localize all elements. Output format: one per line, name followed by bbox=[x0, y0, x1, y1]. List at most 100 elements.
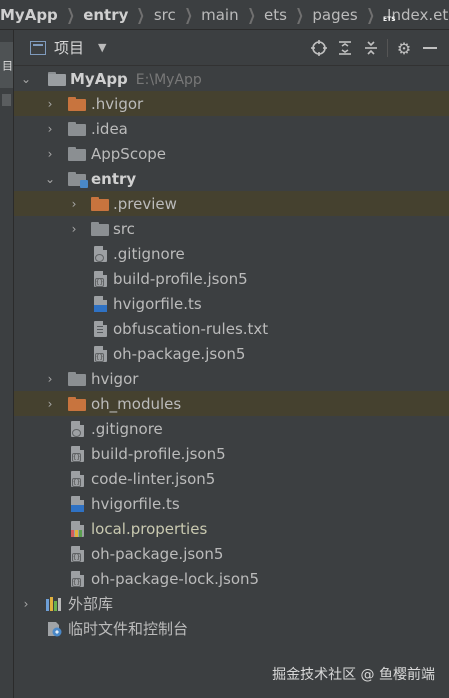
chevron-right-icon[interactable]: › bbox=[44, 372, 56, 386]
tree-node-label: .preview bbox=[113, 194, 177, 213]
tree-node-label: oh-package.json5 bbox=[91, 544, 224, 563]
panel-title[interactable]: 项目 bbox=[54, 37, 84, 58]
chevron-right-icon: ❯ bbox=[247, 5, 256, 24]
hide-panel-icon[interactable] bbox=[417, 35, 443, 61]
folder-icon bbox=[68, 121, 86, 136]
folder-icon bbox=[68, 146, 86, 161]
project-panel-header: 项目 ▼ ⚙ bbox=[14, 30, 449, 66]
chevron-right-icon[interactable]: › bbox=[44, 397, 56, 411]
chevron-down-icon[interactable]: ▼ bbox=[98, 41, 106, 54]
tree-node-src[interactable]: › src bbox=[14, 216, 449, 241]
breadcrumb-item-src[interactable]: src bbox=[154, 6, 176, 24]
tree-node-local-properties[interactable]: local.properties bbox=[14, 516, 449, 541]
tree-node-label: 临时文件和控制台 bbox=[68, 620, 189, 638]
tree-node-obfuscation-rules[interactable]: obfuscation-rules.txt bbox=[14, 316, 449, 341]
breadcrumb-item-index-ets[interactable]: Index.ets bbox=[387, 6, 449, 24]
tree-node-label: build-profile.json5 bbox=[91, 444, 226, 463]
expand-all-icon[interactable] bbox=[332, 35, 358, 61]
tree-node-label: oh_modules bbox=[91, 394, 182, 413]
library-icon bbox=[46, 596, 64, 611]
tree-node-hvigor-dot[interactable]: › .hvigor bbox=[14, 91, 449, 116]
tree-node-label: hvigorfile.ts bbox=[113, 294, 202, 313]
tree-node-label: obfuscation-rules.txt bbox=[113, 319, 269, 338]
tree-node-entry-build-profile[interactable]: {} build-profile.json5 bbox=[14, 266, 449, 291]
tree-node-entry-oh-package[interactable]: {} oh-package.json5 bbox=[14, 341, 449, 366]
tree-node-code-linter[interactable]: {} code-linter.json5 bbox=[14, 466, 449, 491]
watermark: 掘金技术社区 @ 鱼樱前端 bbox=[272, 667, 435, 683]
left-tool-strip: 目 bbox=[0, 30, 14, 698]
tree-node-entry[interactable]: ⌄ entry bbox=[14, 166, 449, 191]
tree-node-label: .hvigor bbox=[91, 94, 144, 113]
tree-node-gitignore[interactable]: .gitignore bbox=[14, 416, 449, 441]
json-file-icon: {} bbox=[71, 445, 84, 462]
tree-node-label: oh-package.json5 bbox=[113, 344, 246, 363]
tree-node-label: AppScope bbox=[91, 144, 166, 163]
locate-file-icon[interactable] bbox=[306, 35, 332, 61]
tree-node-scratches[interactable]: 临时文件和控制台 bbox=[14, 616, 449, 641]
chevron-down-icon[interactable]: ⌄ bbox=[20, 72, 32, 86]
project-folder-icon bbox=[48, 71, 66, 86]
chevron-down-icon[interactable]: ⌄ bbox=[44, 172, 56, 186]
tree-node-label: src bbox=[113, 219, 135, 238]
text-file-icon bbox=[94, 320, 107, 337]
tree-node-entry-hvigorfile[interactable]: hvigorfile.ts bbox=[14, 291, 449, 316]
typescript-file-icon bbox=[94, 295, 107, 312]
excluded-folder-icon bbox=[68, 396, 86, 411]
chevron-right-icon[interactable]: › bbox=[44, 122, 56, 136]
toolbar-divider bbox=[387, 39, 388, 57]
json-file-icon: {} bbox=[71, 470, 84, 487]
chevron-right-icon[interactable]: › bbox=[44, 147, 56, 161]
chevron-right-icon: ❯ bbox=[137, 5, 146, 24]
chevron-right-icon[interactable]: › bbox=[20, 597, 32, 611]
excluded-folder-icon bbox=[68, 96, 86, 111]
breadcrumb: MyApp ❯ entry ❯ src ❯ main ❯ ets ❯ pages… bbox=[0, 0, 449, 30]
breadcrumb-item-myapp[interactable]: MyApp bbox=[0, 6, 58, 24]
tree-node-idea[interactable]: › .idea bbox=[14, 116, 449, 141]
gear-icon[interactable]: ⚙ bbox=[391, 35, 417, 61]
breadcrumb-item-entry[interactable]: entry bbox=[83, 6, 128, 24]
chevron-right-icon[interactable]: › bbox=[44, 97, 56, 111]
json-file-icon: {} bbox=[71, 545, 84, 562]
tree-node-label: oh-package-lock.json5 bbox=[91, 569, 260, 588]
tree-node-label: hvigor bbox=[91, 369, 139, 388]
json-file-icon: {} bbox=[94, 345, 107, 362]
excluded-folder-icon bbox=[91, 196, 109, 211]
breadcrumb-item-main[interactable]: main bbox=[201, 6, 238, 24]
tree-node-oh-package-lock[interactable]: {} oh-package-lock.json5 bbox=[14, 566, 449, 591]
tree-node-entry-gitignore[interactable]: .gitignore bbox=[14, 241, 449, 266]
chevron-right-icon: ❯ bbox=[366, 5, 375, 24]
project-tree: ⌄ MyApp E:\MyApp › .hvigor › .idea › AppS… bbox=[14, 66, 449, 641]
gitignore-file-icon bbox=[71, 420, 84, 437]
tree-node-label: hvigorfile.ts bbox=[91, 494, 180, 513]
tree-node-preview[interactable]: › .preview bbox=[14, 191, 449, 216]
breadcrumb-item-ets[interactable]: ets bbox=[264, 6, 287, 24]
scratches-console-icon bbox=[46, 621, 62, 637]
chevron-right-icon: ❯ bbox=[66, 5, 75, 24]
chevron-right-icon[interactable]: › bbox=[68, 197, 80, 211]
tree-node-appscope[interactable]: › AppScope bbox=[14, 141, 449, 166]
tree-node-hvigor[interactable]: › hvigor bbox=[14, 366, 449, 391]
tree-node-build-profile[interactable]: {} build-profile.json5 bbox=[14, 441, 449, 466]
tree-node-label: .idea bbox=[91, 119, 128, 138]
tree-node-myapp[interactable]: ⌄ MyApp E:\MyApp bbox=[14, 66, 449, 91]
tree-node-label: .gitignore bbox=[113, 244, 185, 263]
tree-node-oh-package[interactable]: {} oh-package.json5 bbox=[14, 541, 449, 566]
chevron-right-icon: ❯ bbox=[184, 5, 193, 24]
typescript-file-icon bbox=[71, 495, 84, 512]
collapse-all-icon[interactable] bbox=[358, 35, 384, 61]
tree-node-hvigorfile[interactable]: hvigorfile.ts bbox=[14, 491, 449, 516]
breadcrumb-item-pages[interactable]: pages bbox=[312, 6, 357, 24]
json-file-icon: {} bbox=[94, 270, 107, 287]
project-tool-window-tab[interactable]: 目 bbox=[0, 42, 14, 88]
tree-node-oh-modules[interactable]: › oh_modules bbox=[14, 391, 449, 416]
chevron-right-icon[interactable]: › bbox=[68, 222, 80, 236]
module-folder-icon bbox=[68, 171, 88, 188]
json-file-icon: {} bbox=[71, 570, 84, 587]
tree-node-label: MyApp E:\MyApp bbox=[70, 69, 202, 88]
tree-node-label: 外部库 bbox=[68, 595, 114, 613]
project-path: E:\MyApp bbox=[135, 71, 202, 88]
tree-node-label: entry bbox=[91, 169, 137, 188]
tree-node-label: .gitignore bbox=[91, 419, 163, 438]
project-view-icon bbox=[30, 40, 46, 55]
tree-node-external-libraries[interactable]: › 外部库 bbox=[14, 591, 449, 616]
